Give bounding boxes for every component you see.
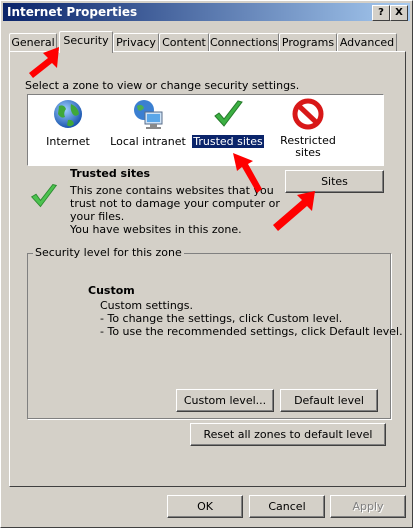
custom-level-line-3: - To use the recommended settings, click… [100, 325, 403, 338]
tab-programs[interactable]: Programs [279, 33, 337, 51]
zone-instruction: Select a zone to view or change security… [25, 79, 300, 92]
title-bar[interactable]: Internet Properties ? X [3, 3, 410, 21]
zone-list: Internet Local intranet Trusted sites Re… [27, 94, 384, 166]
zone-label: Restricted sites [280, 134, 336, 159]
checkmark-icon [214, 100, 243, 127]
tab-security[interactable]: Security [59, 31, 113, 53]
selected-zone-desc-2: trust not to damage your computer or [70, 197, 280, 210]
annotation-arrow-trusted-sites [233, 153, 262, 193]
reset-all-zones-button[interactable]: Reset all zones to default level [190, 423, 386, 446]
selected-zone-title: Trusted sites [70, 167, 151, 180]
globe-icon [54, 100, 82, 128]
window-title: Internet Properties [7, 5, 138, 19]
default-level-button[interactable]: Default level [280, 389, 378, 412]
custom-level-line-2: - To change the settings, click Custom l… [100, 312, 343, 325]
tab-content[interactable]: Content [159, 33, 209, 51]
local-intranet-icon [134, 100, 163, 129]
close-button[interactable]: X [390, 5, 408, 21]
tab-connections[interactable]: Connections [209, 33, 279, 51]
custom-level-line-1: Custom settings. [100, 299, 194, 312]
zone-label: Local intranet [110, 135, 186, 148]
zone-label: Internet [46, 135, 90, 148]
cancel-button[interactable]: Cancel [249, 495, 325, 518]
internet-properties-dialog: Internet Properties ? X General Security… [0, 0, 413, 528]
custom-level-title: Custom [88, 284, 135, 297]
restricted-icon [292, 98, 324, 130]
annotation-arrow-sites-button [273, 191, 315, 231]
help-button[interactable]: ? [372, 5, 390, 21]
zone-internet[interactable]: Internet [28, 95, 108, 165]
trusted-sites-check-icon [30, 184, 58, 208]
zone-restricted-sites[interactable]: Restricted sites [268, 95, 348, 165]
ok-button[interactable]: OK [167, 495, 243, 518]
selected-zone-desc-4: You have websites in this zone. [70, 223, 242, 236]
tab-advanced[interactable]: Advanced [337, 33, 397, 51]
apply-button[interactable]: Apply [330, 495, 406, 518]
selected-zone-desc-3: your files. [70, 210, 125, 223]
zone-label: Trusted sites [191, 134, 265, 149]
tab-privacy[interactable]: Privacy [113, 33, 159, 51]
zone-local-intranet[interactable]: Local intranet [108, 95, 188, 165]
security-level-group-title: Security level for this zone [33, 246, 184, 259]
custom-level-button[interactable]: Custom level... [176, 389, 274, 412]
